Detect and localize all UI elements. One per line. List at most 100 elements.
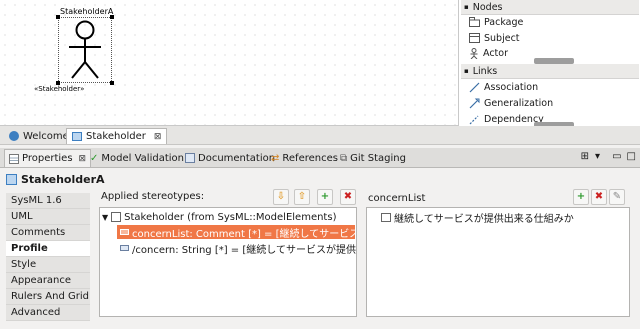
concern-list[interactable]: 継続してサービスが提供出来る仕組みか (366, 207, 630, 317)
tab-documentation[interactable]: Documentation (181, 149, 279, 167)
expand-triangle-icon[interactable]: ▼ (102, 213, 108, 222)
tab-references[interactable]: ⇄ References (267, 149, 342, 167)
remove-stereotype-button[interactable]: ✖ (340, 189, 356, 205)
move-down-button[interactable]: ⇩ (273, 189, 289, 205)
category-label: Rulers And Grid (11, 291, 89, 302)
tab-label: Stakeholder (86, 131, 146, 142)
category-label: Profile (11, 243, 48, 254)
palette-item-package[interactable]: Package (469, 14, 523, 30)
tree-node-label: concernList: Comment [*] = [継続してサービスが...… (132, 228, 356, 240)
tab-label: References (282, 152, 338, 164)
tab-label: Documentation (198, 152, 276, 164)
tree-node-concern[interactable]: /concern: String [*] = [継続してサービスが提供出来る仕 (120, 241, 356, 256)
category-label: Appearance (11, 275, 72, 286)
property-icon (120, 245, 129, 251)
tab-welcome[interactable]: Welcome (4, 128, 74, 144)
remove-icon: ✖ (343, 191, 353, 202)
diagram-canvas[interactable]: StakeholderA «Stakeholder» (0, 0, 458, 126)
category-uml[interactable]: UML (6, 209, 90, 225)
stereotype-label: «Stakeholder» (34, 85, 85, 93)
category-label: Comments (11, 227, 66, 238)
stereotype-icon (111, 212, 122, 222)
category-label: Style (11, 259, 37, 270)
list-item[interactable]: 継続してサービスが提供出来る仕組みか (381, 210, 574, 225)
palette-item-actor[interactable]: Actor (469, 45, 508, 61)
concern-list-label: concernList (368, 193, 426, 204)
category-sysml[interactable]: SysML 1.6 (6, 193, 90, 209)
tree-node-stakeholder[interactable]: ▼ Stakeholder (from SysML::ModelElements… (102, 210, 336, 224)
actor-shape[interactable] (56, 15, 114, 85)
category-comments[interactable]: Comments (6, 225, 90, 241)
view-window-controls: ▭ □ (612, 151, 636, 162)
palette-item-label: Actor (483, 47, 508, 59)
minimize-icon[interactable]: ▭ (612, 151, 621, 162)
resize-handle[interactable] (110, 15, 114, 19)
palette-item-dependency[interactable]: Dependency (469, 111, 544, 127)
chevron-down-icon: ▪ (464, 3, 469, 11)
tab-model-validation[interactable]: ✓ Model Validation (86, 149, 188, 167)
palette-item-association[interactable]: Association (469, 79, 538, 95)
tab-label: Model Validation (101, 152, 184, 164)
palette: ▪ Nodes Package Subject Actor ▪ Links As… (458, 0, 640, 128)
palette-item-label: Generalization (484, 97, 554, 109)
edit-concern-button[interactable]: ✎ (609, 189, 625, 205)
plus-icon: + (576, 191, 586, 202)
git-icon: ⧉ (340, 152, 348, 164)
association-icon (469, 82, 480, 92)
remove-icon: ✖ (594, 191, 604, 202)
editor-tab-bar: Welcome Stakeholder ⊠ (0, 126, 640, 145)
palette-links-header[interactable]: ▪ Links (461, 64, 639, 79)
arrow-down-icon: ⇩ (276, 191, 286, 202)
remove-concern-button[interactable]: ✖ (591, 189, 607, 205)
applied-stereotypes-label: Applied stereotypes: (101, 191, 205, 202)
close-icon[interactable]: ⊠ (79, 154, 87, 164)
category-label: Advanced (11, 307, 61, 318)
category-rulers-and-grid[interactable]: Rulers And Grid (6, 289, 90, 305)
view-tab-bar: Properties ⊠ ✓ Model Validation Document… (0, 148, 640, 168)
palette-item-subject[interactable]: Subject (469, 30, 520, 46)
documentation-icon (185, 153, 195, 163)
palette-item-generalization[interactable]: Generalization (469, 95, 553, 111)
add-concern-button[interactable]: + (573, 189, 589, 205)
category-advanced[interactable]: Advanced (6, 305, 90, 321)
view-toolbar: ⊞ ▾ (581, 151, 600, 162)
view-menu-icon[interactable]: ▾ (595, 151, 600, 162)
properties-header: StakeholderA (0, 168, 640, 190)
subject-icon (469, 33, 480, 43)
close-icon[interactable]: ⊠ (154, 132, 162, 142)
checkmark-icon: ✓ (90, 152, 99, 164)
category-profile[interactable]: Profile (6, 241, 90, 257)
tree-node-concernlist[interactable]: concernList: Comment [*] = [継続してサービスが...… (117, 225, 356, 240)
pencil-icon: ✎ (612, 191, 622, 202)
list-item-label: 継続してサービスが提供出来る仕組みか (394, 213, 574, 225)
resize-handle[interactable] (110, 81, 114, 85)
pin-icon[interactable]: ⊞ (581, 151, 589, 162)
palette-item-label: Subject (484, 32, 520, 44)
category-style[interactable]: Style (6, 257, 90, 273)
stakeholder-icon (6, 173, 17, 185)
chevron-down-icon: ▪ (464, 67, 469, 75)
actor-name-label[interactable]: StakeholderA (60, 7, 113, 16)
diagram-icon (72, 132, 82, 141)
property-icon (120, 229, 129, 235)
properties-title: StakeholderA (21, 172, 105, 186)
move-up-button[interactable]: ⇧ (294, 189, 310, 205)
palette-item-label: Association (484, 81, 539, 93)
palette-nodes-header[interactable]: ▪ Nodes (461, 0, 639, 15)
tab-label: Properties (22, 153, 73, 164)
add-stereotype-button[interactable]: + (317, 189, 333, 205)
maximize-icon[interactable]: □ (627, 151, 636, 162)
tab-git-staging[interactable]: ⧉ Git Staging (336, 149, 410, 167)
actor-icon (470, 47, 478, 59)
palette-item-label: Package (484, 16, 524, 28)
palette-links-label: Links (472, 65, 498, 77)
category-appearance[interactable]: Appearance (6, 273, 90, 289)
stereotype-tree[interactable]: ▼ Stakeholder (from SysML::ModelElements… (99, 207, 357, 317)
resize-handle[interactable] (56, 15, 60, 19)
tab-label: Welcome (23, 130, 69, 142)
tree-node-label: /concern: String [*] = [継続してサービスが提供出来る仕 (132, 244, 356, 256)
tab-stakeholder-diagram[interactable]: Stakeholder ⊠ (66, 128, 168, 144)
plus-icon: + (320, 191, 330, 202)
tab-properties[interactable]: Properties ⊠ (4, 149, 92, 167)
generalization-icon (469, 98, 480, 108)
